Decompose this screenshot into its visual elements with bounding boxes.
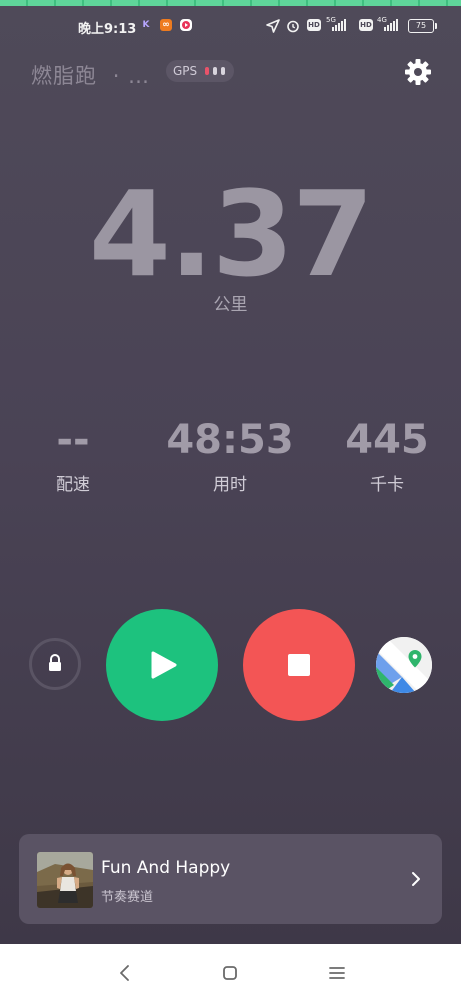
signal-icon — [384, 19, 398, 31]
calories-stat: 445 千卡 — [317, 418, 457, 495]
status-time: 晚上9:13 — [78, 22, 137, 37]
duration-stat: 48:53 用时 — [160, 418, 300, 495]
gps-signal-dot — [221, 67, 225, 75]
status-bar: 晚上9:13 K ∞ HD 5G HD 4G 75 — [0, 10, 461, 40]
duration-value: 48:53 — [166, 417, 294, 463]
workout-title[interactable]: 燃脂跑 · … — [31, 60, 150, 90]
pace-stat: -- 配速 — [3, 418, 143, 495]
alarm-icon — [286, 19, 299, 33]
distance-value: 4.37 — [88, 165, 374, 303]
hd-badge: HD — [307, 19, 321, 31]
home-icon[interactable] — [219, 962, 241, 984]
pace-value: -- — [56, 417, 90, 463]
back-icon[interactable] — [114, 962, 136, 984]
settings-button[interactable] — [402, 56, 434, 88]
pace-label: 配速 — [56, 475, 90, 495]
orange-app-icon: ∞ — [160, 19, 172, 31]
top-accent-strip — [0, 0, 461, 6]
distance-unit: 公里 — [213, 295, 248, 315]
play-icon — [151, 651, 177, 679]
music-title: Fun And Happy — [101, 858, 231, 878]
gps-signal-dot — [205, 67, 209, 75]
music-subtitle: 节奏赛道 — [101, 890, 154, 905]
gps-indicator: GPS — [166, 60, 234, 82]
calories-value: 445 — [345, 417, 429, 463]
k-app-icon: K — [142, 20, 150, 30]
calories-label: 千卡 — [370, 475, 404, 495]
running-screen: 晚上9:13 K ∞ HD 5G HD 4G 75 燃脂跑 · … GPS 4.… — [0, 0, 461, 1000]
duration-label: 用时 — [213, 475, 247, 495]
map-pin-icon — [376, 637, 432, 693]
battery-icon: 75 — [408, 19, 437, 33]
hd-badge: HD — [359, 19, 373, 31]
music-cover-image — [37, 852, 93, 908]
resume-button[interactable] — [106, 609, 218, 721]
stop-button[interactable] — [243, 609, 355, 721]
location-arrow-icon — [266, 19, 280, 33]
music-card[interactable]: Fun And Happy 节奏赛道 — [19, 834, 442, 924]
workout-title-more: · … — [112, 64, 151, 88]
system-nav-bar — [0, 944, 461, 1000]
gps-label: GPS — [173, 64, 198, 78]
gear-icon — [405, 59, 431, 85]
workout-title-text: 燃脂跑 — [31, 64, 97, 88]
stop-icon — [288, 654, 310, 676]
menu-icon[interactable] — [326, 962, 348, 984]
signal-icon — [332, 19, 346, 31]
lock-icon — [49, 654, 61, 671]
chevron-right-icon — [412, 872, 420, 886]
map-button[interactable] — [376, 637, 432, 693]
red-app-icon — [180, 19, 192, 31]
lock-button[interactable] — [29, 638, 81, 690]
gps-signal-dot — [213, 67, 217, 75]
